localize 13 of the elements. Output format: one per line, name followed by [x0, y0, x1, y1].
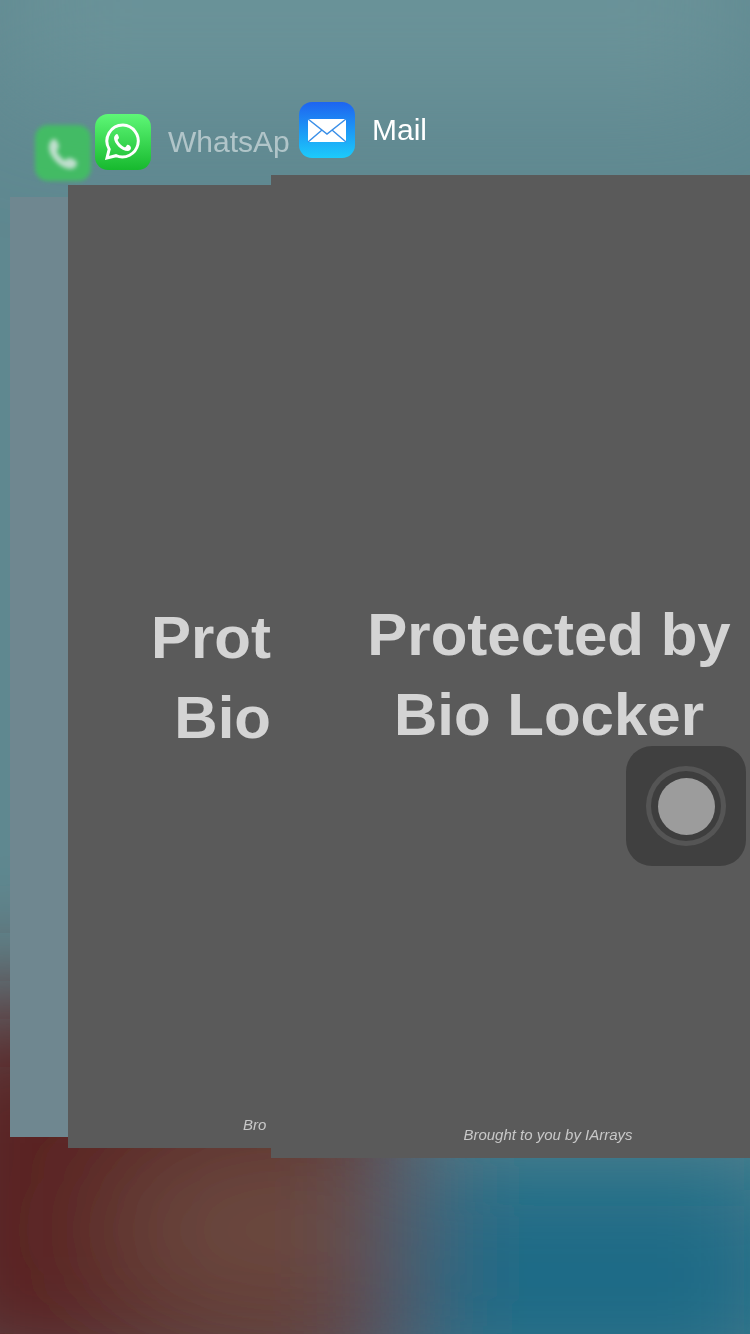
app-name: Mail	[372, 112, 427, 148]
headline-text: Protected by Bio Locker	[366, 600, 732, 750]
phone-icon[interactable]	[35, 125, 91, 181]
app-card[interactable]: Prot Bio Bro	[68, 185, 271, 1148]
credit-text: Brought to you by IArrays	[462, 1125, 634, 1145]
headline-text: Prot Bio	[151, 603, 271, 753]
credit-text: Bro	[243, 1115, 267, 1135]
chat-bubble-icon[interactable]	[95, 114, 151, 170]
app-card[interactable]	[10, 197, 70, 1137]
assistive-touch-button[interactable]	[626, 746, 746, 866]
app-name: WhatsAp	[168, 124, 290, 160]
app-card[interactable]: Protected by Bio Locker Brought to you by IArrays	[271, 175, 750, 1158]
envelope-icon[interactable]	[299, 102, 355, 158]
